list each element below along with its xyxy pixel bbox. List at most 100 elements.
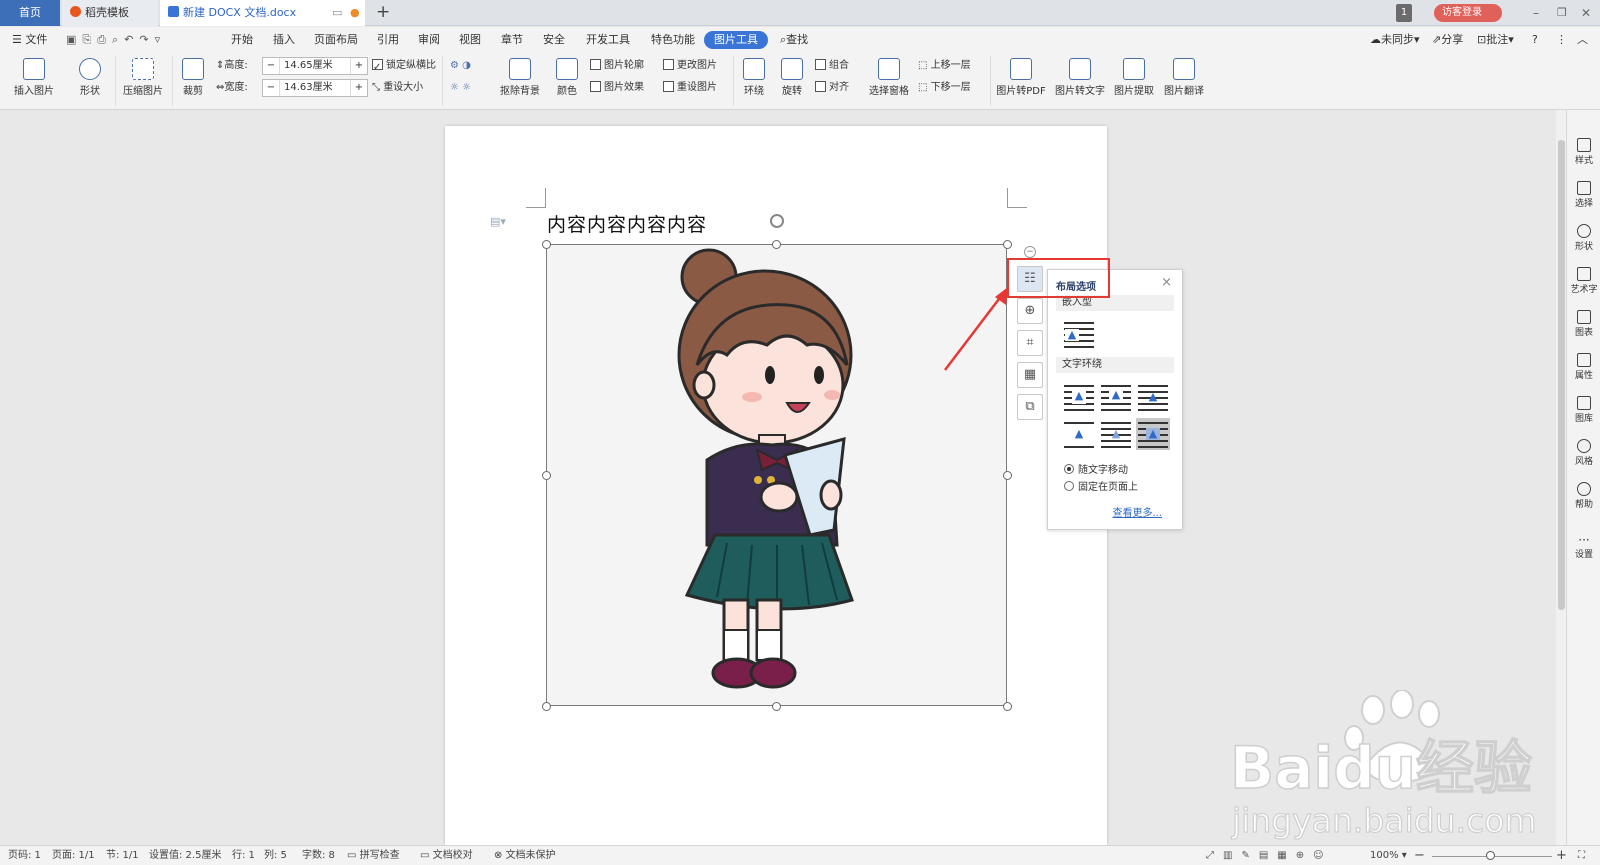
panel-gallery[interactable]: 图库 [1567, 396, 1600, 424]
visitor-login-button[interactable]: 访客登录 [1434, 4, 1502, 22]
selection-pane-button[interactable]: 选择窗格 [866, 58, 912, 97]
fixed-on-page-radio[interactable]: 固定在页面上 [1064, 478, 1138, 493]
resize-handle-ne[interactable] [1003, 240, 1012, 249]
menu-page-layout[interactable]: 页面布局 [314, 31, 358, 49]
scrollbar-thumb[interactable] [1558, 140, 1565, 610]
width-plus-button[interactable]: + [351, 80, 367, 96]
close-window-icon[interactable]: ✕ [1581, 4, 1591, 22]
panel-settings[interactable]: ··· 设置 [1567, 533, 1600, 560]
new-tab-button[interactable]: + [376, 0, 390, 26]
reset-size-button[interactable]: ⤡ 重设大小 [372, 80, 423, 96]
resize-handle-n[interactable] [772, 240, 781, 249]
crop-tool-icon[interactable]: ⌗ [1017, 330, 1043, 356]
tab-document[interactable]: 新建 DOCX 文档.docx ▭ ● [160, 0, 365, 26]
wrap-behind-text-option[interactable]: ▲ [1101, 420, 1131, 448]
move-with-text-radio[interactable]: 随文字移动 [1064, 461, 1128, 476]
window-count-badge[interactable]: 1 [1396, 4, 1412, 22]
compress-picture-button[interactable]: 压缩图片 [120, 58, 166, 97]
height-minus-button[interactable]: − [263, 58, 279, 74]
menu-review[interactable]: 审阅 [418, 31, 440, 49]
menu-developer[interactable]: 开发工具 [586, 31, 630, 49]
status-word-count[interactable]: 字数: 8 [302, 849, 335, 863]
menu-features[interactable]: 特色功能 [651, 31, 695, 49]
popup-close-icon[interactable]: × [1161, 275, 1172, 290]
panel-help[interactable]: 帮助 [1567, 482, 1600, 510]
panel-wordart[interactable]: 艺术字 [1567, 267, 1600, 295]
more-icon[interactable]: ⋮ [1556, 31, 1567, 49]
sync-status[interactable]: ☁未同步▾ [1370, 31, 1420, 49]
reset-picture-button[interactable]: 重设图片 [663, 80, 717, 96]
document-title-text[interactable]: 内容内容内容内容 [547, 210, 707, 237]
menu-home[interactable]: 开始 [231, 31, 253, 49]
collapse-tools-icon[interactable]: − [1024, 246, 1036, 258]
comment-button[interactable]: ⊡批注▾ [1477, 31, 1514, 49]
menu-picture-tools[interactable]: 图片工具 [704, 31, 768, 49]
panel-select[interactable]: 选择 [1567, 181, 1600, 209]
resize-handle-nw[interactable] [542, 240, 551, 249]
wrap-tight-option[interactable]: ▲ [1101, 383, 1131, 411]
collapse-ribbon-icon[interactable]: ︿ [1577, 31, 1588, 49]
picture-translate-button[interactable]: 图片翻译 [1162, 58, 1206, 97]
menu-security[interactable]: 安全 [543, 31, 565, 49]
wrap-inline-option[interactable]: ▲ [1064, 320, 1094, 348]
zoom-level[interactable]: 100% ▾ [1370, 849, 1407, 863]
resize-handle-e[interactable] [1003, 471, 1012, 480]
panel-theme[interactable]: 风格 [1567, 439, 1600, 467]
menu-view[interactable]: 视图 [459, 31, 481, 49]
panel-style[interactable]: 样式 [1567, 138, 1600, 166]
status-section[interactable]: 节: 1/1 [106, 849, 139, 863]
spell-check-button[interactable]: ▭ 拼写检查 [347, 849, 400, 863]
monitor-icon[interactable]: ▭ [332, 0, 342, 26]
picture-extract-button[interactable]: 图片提取 [1112, 58, 1156, 97]
tab-template[interactable]: 稻壳模板 [62, 0, 158, 26]
resize-handle-se[interactable] [1003, 702, 1012, 711]
menu-search[interactable]: ⌕查找 [780, 31, 808, 49]
rotate-button[interactable]: 旋转 [776, 58, 808, 97]
height-value[interactable]: 14.65厘米 [279, 58, 351, 74]
zoom-out-icon[interactable]: − [1414, 849, 1425, 863]
adjust-icons-bottom[interactable]: ☼ ☼ [450, 80, 471, 96]
help-icon[interactable]: ? [1532, 31, 1538, 49]
quick-access-icons[interactable]: ▣⎘⎙⌕↶↷▿ [66, 31, 166, 49]
remove-background-button[interactable]: 抠除背景 [495, 58, 545, 97]
picture-effect-button[interactable]: 图片效果 [590, 80, 644, 96]
status-row[interactable]: 行: 1 [232, 849, 255, 863]
change-picture-button[interactable]: 更改图片 [663, 58, 717, 74]
color-button[interactable]: 颜色 [551, 58, 583, 97]
selected-picture[interactable] [546, 244, 1007, 706]
wrap-square-option[interactable]: ▲ [1064, 383, 1094, 411]
share-button[interactable]: ⇗分享 [1432, 31, 1463, 49]
tab-home[interactable]: 首页 [0, 0, 60, 26]
resize-handle-sw[interactable] [542, 702, 551, 711]
height-stepper[interactable]: −14.65厘米 + [262, 57, 368, 75]
resize-handle-w[interactable] [542, 471, 551, 480]
width-value[interactable]: 14.63厘米 [279, 80, 351, 96]
protect-status[interactable]: ⊗ 文档未保护 [494, 849, 556, 863]
resize-handle-s[interactable] [772, 702, 781, 711]
minimize-icon[interactable]: – [1533, 4, 1539, 22]
fit-page-icon[interactable]: ⛶ [1578, 849, 1585, 863]
lock-ratio-checkbox[interactable]: ✓ 锁定纵横比 [372, 58, 436, 74]
view-mode-icons[interactable]: ⤢▥✎▤▦⊕☺ [1206, 849, 1333, 863]
status-pages[interactable]: 页面: 1/1 [52, 849, 95, 863]
align-button[interactable]: 对齐 [815, 80, 849, 96]
rotate-handle-icon[interactable] [770, 214, 784, 228]
picture-to-text-button[interactable]: 图片转文字 [1054, 58, 1106, 97]
menu-file[interactable]: ☰ 文件 [12, 31, 47, 49]
wrap-through-option[interactable]: ▲ [1138, 383, 1168, 411]
menu-chapter[interactable]: 章节 [501, 31, 523, 49]
crop-button[interactable]: 裁剪 [177, 58, 209, 97]
wrap-in-front-option-selected[interactable]: ▲ [1136, 418, 1170, 450]
adjust-icons-top[interactable]: ⚙ ◑ [450, 58, 471, 74]
status-page-code[interactable]: 页码: 1 [8, 849, 41, 863]
wrap-button[interactable]: 环绕 [738, 58, 770, 97]
menu-insert[interactable]: 插入 [273, 31, 295, 49]
zoom-in-icon[interactable]: ⊕ [1017, 298, 1043, 324]
send-backward-button[interactable]: ⬚ 下移一层 [918, 80, 971, 96]
group-button[interactable]: 组合 [815, 58, 849, 74]
zoom-slider-thumb[interactable] [1486, 851, 1495, 860]
zoom-in-icon[interactable]: + [1556, 849, 1567, 863]
proofread-button[interactable]: ▭ 文档校对 [420, 849, 473, 863]
width-stepper[interactable]: −14.63厘米 + [262, 79, 368, 97]
picture-outline-button[interactable]: 图片轮廓 [590, 58, 644, 74]
